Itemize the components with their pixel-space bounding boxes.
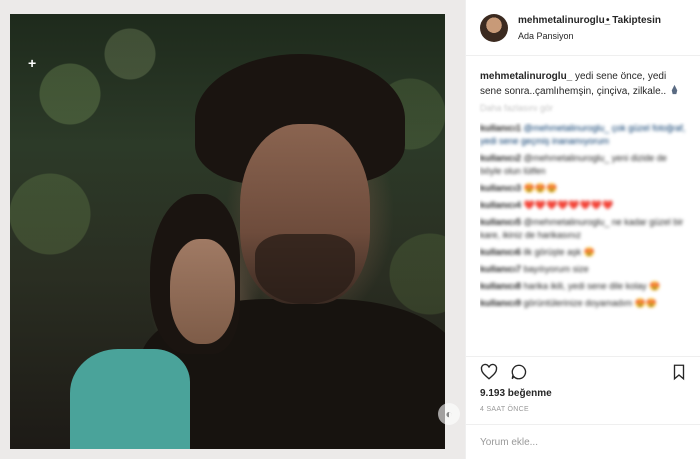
caption-username[interactable]: mehmetalinuroglu_ [480,71,572,82]
comment-username[interactable]: kullanıcı5 [480,217,521,227]
comment-username[interactable]: kullanıcı4 [480,200,521,210]
watermark-icon: ◐ [438,403,460,425]
praying-hands-icon [671,84,678,95]
comment-item: kullanıcı2 @mehmetalinuroglu_ yeni dizid… [480,152,690,178]
comment-username[interactable]: kullanıcı7 [480,264,521,274]
username-link[interactable]: mehmetalinuroglu_ [518,15,610,26]
comment-username[interactable]: kullanıcı3 [480,183,521,193]
action-bar [466,356,700,384]
comment-username[interactable]: kullanıcı6 [480,247,521,257]
photo-woman-face [170,239,235,344]
photo-man-beard [255,234,355,304]
post-photo[interactable]: + [10,14,445,449]
comment-item: kullanıcı4 ❤️❤️❤️❤️❤️❤️❤️❤️ [480,199,690,212]
see-translation-link[interactable]: Daha fazlasını gör [480,103,553,113]
comment-username[interactable]: kullanıcı2 [480,153,521,163]
photo-woman-shirt [70,349,190,449]
comment-text: 😍😍😍 [523,183,558,193]
heart-icon[interactable] [480,363,498,381]
comment-item: kullanıcı1 @mehmetalinuroglu_ çok güzel … [480,122,690,148]
bookmark-icon[interactable] [670,363,688,381]
comment-item: kullanıcı6 ilk görüşte aşk 😍 [480,246,690,259]
comment-item: kullanıcı7 bayılıyorum size [480,263,690,276]
comment-username[interactable]: kullanıcı9 [480,298,521,308]
comment-text: harika ikili, yedi sene dile kolay 😍 [523,281,661,291]
comment-username[interactable]: kullanıcı1 [480,123,521,133]
comment-item: kullanıcı8 harika ikili, yedi sene dile … [480,280,690,293]
comment-text: görüntülerinize doyamadım 😍😍 [523,298,658,308]
comment-text: ❤️❤️❤️❤️❤️❤️❤️❤️ [523,200,614,210]
post-caption: mehmetalinuroglu_ yedi sene önce, yedi s… [480,69,688,99]
comment-username[interactable]: kullanıcı8 [480,281,521,291]
like-count[interactable]: 9.193 beğenme [480,388,552,399]
location-link[interactable]: Ada Pansiyon [518,31,574,41]
comment-text: ilk görüşte aşk 😍 [523,247,595,257]
post-timestamp[interactable]: 4 SAAT ÖNCE [480,406,529,413]
post-details: mehmetalinuroglu_ • Takiptesin Ada Pansi… [465,0,700,459]
comment-text: bayılıyorum size [523,264,589,274]
follow-status[interactable]: • Takiptesin [606,15,661,26]
photo-pane: + ◐ [0,0,465,459]
comment-item: kullanıcı9 görüntülerinize doyamadım 😍😍 [480,297,690,310]
comment-item: kullanıcı3 😍😍😍 [480,182,690,195]
post-header: mehmetalinuroglu_ • Takiptesin Ada Pansi… [466,0,700,56]
avatar[interactable] [480,14,508,42]
comment-icon[interactable] [510,363,528,381]
comment-box [466,424,700,459]
comment-item: kullanıcı5 @mehmetalinuroglu_ ne kadar g… [480,216,690,242]
comment-list: kullanıcı1 @mehmetalinuroglu_ çok güzel … [480,122,690,354]
plus-icon: + [28,55,37,71]
comment-input[interactable] [480,434,680,450]
